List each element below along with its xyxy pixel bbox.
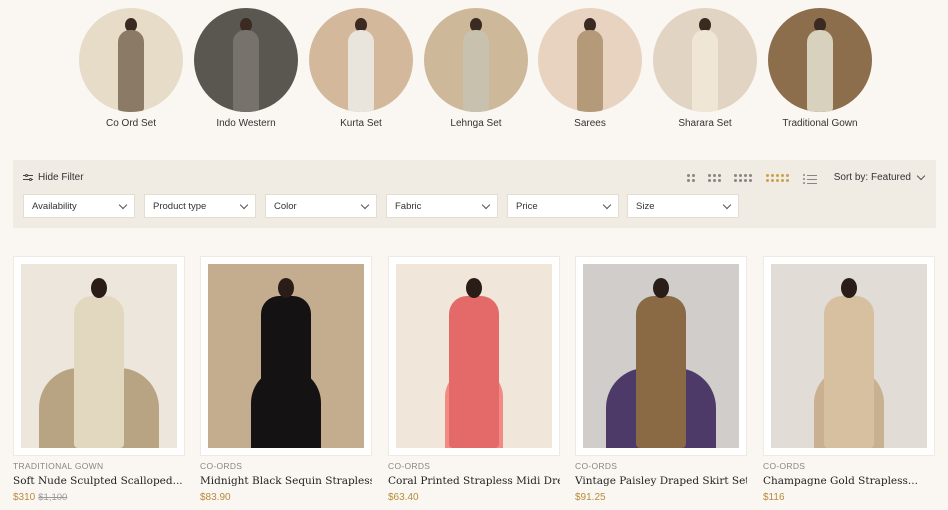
chevron-down-icon <box>360 200 370 209</box>
category-image[interactable] <box>538 8 642 112</box>
category-traditional-gown[interactable]: Traditional Gown <box>760 8 880 129</box>
chevron-down-icon <box>916 171 926 181</box>
filter-color[interactable]: Color <box>265 194 377 218</box>
filter-fabric[interactable]: Fabric <box>386 194 498 218</box>
product-old-price: $1,100 <box>38 492 68 503</box>
product-price: $310 <box>13 492 36 503</box>
grid-5-columns-icon[interactable] <box>766 174 789 182</box>
product-title[interactable]: Champagne Gold Strapless... <box>763 475 935 487</box>
chevron-down-icon <box>602 200 612 209</box>
chevron-down-icon <box>239 200 249 209</box>
chevron-down-icon <box>118 200 128 209</box>
product-image[interactable] <box>763 256 935 456</box>
product-price: $83.90 <box>200 492 231 503</box>
category-lehnga-set[interactable]: Lehnga Set <box>416 8 536 129</box>
category-image[interactable] <box>194 8 298 112</box>
category-label: Traditional Gown <box>782 118 858 129</box>
grid-3-columns-icon[interactable] <box>708 174 721 182</box>
filter-sliders-icon <box>23 173 33 182</box>
product-card[interactable]: CO-ORDS Vintage Paisley Draped Skirt Set… <box>575 256 747 505</box>
filter-label: Availability <box>32 200 77 212</box>
product-title[interactable]: Vintage Paisley Draped Skirt Set... <box>575 475 747 487</box>
filter-size[interactable]: Size <box>627 194 739 218</box>
hide-filter-label: Hide Filter <box>38 172 84 183</box>
product-card[interactable]: CO-ORDS Midnight Black Sequin Strapless.… <box>200 256 372 505</box>
filter-availability[interactable]: Availability <box>23 194 135 218</box>
product-title[interactable]: Midnight Black Sequin Strapless... <box>200 475 372 487</box>
chevron-down-icon <box>722 200 732 209</box>
filter-label: Product type <box>153 200 207 212</box>
filter-product-type[interactable]: Product type <box>144 194 256 218</box>
filter-label: Price <box>516 200 538 212</box>
filter-price[interactable]: Price <box>507 194 619 218</box>
category-co-ord-set[interactable]: Co Ord Set <box>71 8 191 129</box>
category-sarees[interactable]: Sarees <box>530 8 650 129</box>
product-card[interactable]: TRADITIONAL GOWN Soft Nude Sculpted Scal… <box>13 256 185 505</box>
category-kurta-set[interactable]: Kurta Set <box>301 8 421 129</box>
chevron-down-icon <box>481 200 491 209</box>
sort-by-dropdown[interactable]: Sort by: Featured <box>833 171 926 183</box>
product-image[interactable] <box>13 256 185 456</box>
filter-label: Size <box>636 200 655 212</box>
category-label: Co Ord Set <box>105 118 157 129</box>
product-category: CO-ORDS <box>575 461 618 471</box>
product-card[interactable]: CO-ORDS Champagne Gold Strapless... $116 <box>763 256 935 505</box>
category-label: Sarees <box>574 118 606 129</box>
product-price: $91.25 <box>575 492 606 503</box>
product-price: $63.40 <box>388 492 419 503</box>
category-image[interactable] <box>309 8 413 112</box>
filter-bar: Hide Filter Sort by: Featured Availabili… <box>13 160 936 228</box>
product-title[interactable]: Soft Nude Sculpted Scalloped... <box>13 475 185 487</box>
category-image[interactable] <box>768 8 872 112</box>
product-category: CO-ORDS <box>388 461 431 471</box>
product-image[interactable] <box>388 256 560 456</box>
grid-4-columns-icon[interactable] <box>734 174 752 182</box>
category-image[interactable] <box>79 8 183 112</box>
product-image[interactable] <box>575 256 747 456</box>
product-price: $116 <box>763 492 785 503</box>
hide-filter-button[interactable]: Hide Filter <box>23 172 84 183</box>
product-card[interactable]: CO-ORDS Coral Printed Strapless Midi Dre… <box>388 256 560 505</box>
category-carousel: Co Ord Set Indo Western Kurta Set Lehnga… <box>0 0 948 140</box>
category-image[interactable] <box>424 8 528 112</box>
category-sharara-set[interactable]: Sharara Set <box>645 8 765 129</box>
grid-2-columns-icon[interactable] <box>687 174 695 182</box>
product-image[interactable] <box>200 256 372 456</box>
filter-label: Fabric <box>395 200 422 212</box>
product-category: CO-ORDS <box>200 461 243 471</box>
category-indo-western[interactable]: Indo Western <box>186 8 306 129</box>
product-title[interactable]: Coral Printed Strapless Midi Dre... <box>388 475 560 487</box>
filter-label: Color <box>274 200 297 212</box>
category-image[interactable] <box>653 8 757 112</box>
category-label: Indo Western <box>216 118 276 129</box>
category-label: Lehnga Set <box>450 118 502 129</box>
product-category: TRADITIONAL GOWN <box>13 461 104 471</box>
category-label: Kurta Set <box>340 118 382 129</box>
product-category: CO-ORDS <box>763 461 806 471</box>
sort-by-label: Sort by: Featured <box>833 172 911 183</box>
category-label: Sharara Set <box>678 118 732 129</box>
list-view-icon[interactable] <box>803 174 817 184</box>
